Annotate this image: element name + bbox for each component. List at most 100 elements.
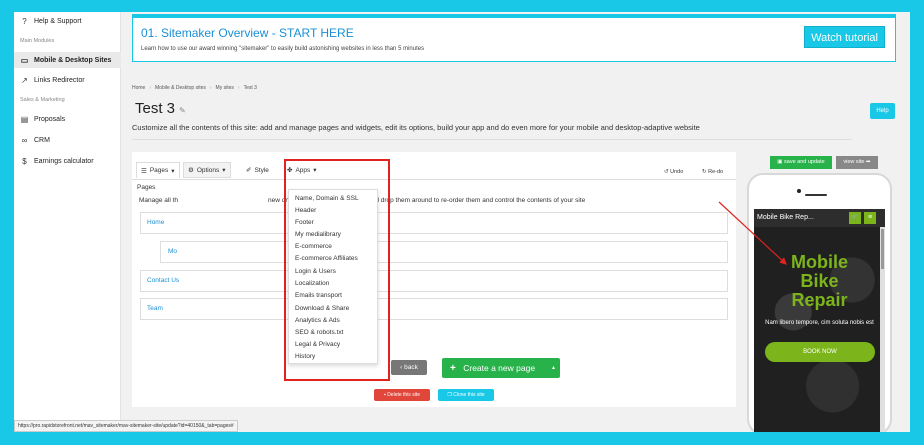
redo-button[interactable]: ↻ Re-do [702, 169, 723, 175]
sidebar-item-label: Proposals [34, 116, 66, 123]
sidebar-item-label: Help & Support [34, 18, 82, 25]
breadcrumb-separator: › [237, 85, 240, 91]
status-bar-url: https://pro.rapidstorefront.net/mav_site… [14, 420, 238, 432]
tutorial-banner: 01. Sitemaker Overview - START HERE Lear… [132, 14, 896, 62]
breadcrumb-mobile-desktop[interactable]: Mobile & Desktop sites [155, 85, 206, 91]
breadcrumb-separator: › [149, 85, 152, 91]
sidebar-item-proposals[interactable]: ▤ Proposals [20, 115, 65, 124]
save-and-update-button[interactable]: ▣ save and update [770, 156, 832, 169]
caret-up-icon[interactable]: ▴ [552, 358, 555, 378]
hero-line: Mobile [791, 252, 848, 272]
undo-button[interactable]: ↺ Undo [664, 169, 683, 175]
breadcrumb-current: Test 3 [243, 85, 257, 91]
banner-subtitle: Learn how to use our award winning "site… [141, 46, 425, 52]
book-now-button[interactable]: BOOK NOW [765, 342, 875, 362]
undo-icon: ↺ [664, 169, 669, 175]
view-site-label: view site [843, 159, 865, 165]
sidebar-section-sales: Sales & Marketing [20, 97, 65, 103]
view-site-button[interactable]: view site ➦ [836, 156, 878, 169]
share-arrow-icon: ➦ [866, 159, 871, 165]
hero-line: Bike [800, 271, 839, 291]
pages-instructions-start: Manage all th [139, 197, 179, 204]
sidebar-item-crm[interactable]: ∞ CRM [20, 136, 50, 145]
highlight-box [284, 159, 390, 381]
hamburger-icon[interactable]: ≡ [864, 212, 876, 224]
breadcrumb-my-sites[interactable]: My sites [216, 85, 234, 91]
sidebar-section-main: Main Modules [20, 38, 55, 44]
list-icon: ☰ [141, 167, 147, 175]
help-button[interactable]: Help [870, 103, 895, 119]
banner-title[interactable]: 01. Sitemaker Overview - START HERE [141, 26, 354, 40]
redo-icon: ↻ [702, 169, 707, 175]
site-editor-panel: ☰ Pages ▾ ⚙ Options ▾ ✐ Style ✤ Apps ▾ ↺… [132, 152, 736, 407]
create-page-label: Create a new page [463, 363, 536, 373]
sidebar-item-help-support[interactable]: ? Help & Support [20, 17, 81, 26]
sidebar-item-label: Links Redirector [34, 77, 85, 84]
page-row-sub[interactable]: Mo [160, 241, 728, 263]
caret-down-icon: ▾ [222, 167, 226, 174]
dollar-icon: $ [22, 157, 27, 166]
breadcrumb-home[interactable]: Home [132, 85, 145, 91]
tab-label: Pages [149, 167, 169, 174]
tab-style[interactable]: ✐ Style [246, 162, 269, 178]
external-link-icon: ↗ [21, 76, 28, 85]
phone-preview: Mobile Bike Rep... 🛒 ≡ Mobile Bike Repai… [747, 173, 892, 432]
clone-site-label: Clone this site [453, 392, 485, 398]
save-label: save and update [784, 159, 825, 165]
editor-tabs: ☰ Pages ▾ ⚙ Options ▾ ✐ Style ✤ Apps ▾ ↺… [132, 158, 736, 180]
camera-icon [797, 189, 801, 193]
breadcrumb-separator: › [209, 85, 212, 91]
chevron-left-icon: ‹ [400, 364, 403, 371]
phone-screen[interactable]: Mobile Bike Rep... 🛒 ≡ Mobile Bike Repai… [754, 209, 885, 432]
plus-icon: + [450, 363, 456, 374]
main-area: 01. Sitemaker Overview - START HERE Lear… [122, 12, 910, 432]
back-button[interactable]: ‹ back [391, 360, 427, 375]
sidebar-item-mobile-desktop[interactable]: ▭ Mobile & Desktop Sites [14, 52, 121, 68]
document-icon: ▤ [20, 115, 29, 124]
breadcrumb: Home › Mobile & Desktop sites › My sites… [132, 85, 257, 91]
page-row-contact[interactable]: Contact Us [140, 270, 728, 292]
sidebar-item-links-redirector[interactable]: ↗ Links Redirector [20, 76, 85, 85]
trash-icon: ▪ [384, 392, 386, 398]
site-title: Mobile Bike Rep... [757, 214, 814, 221]
page-title: Test 3 [135, 100, 176, 117]
question-icon: ? [22, 17, 27, 26]
page-row-home[interactable]: Home [140, 212, 728, 234]
sidebar-item-earnings[interactable]: $ Earnings calculator [20, 157, 94, 166]
redo-label: Re-do [708, 169, 724, 175]
delete-site-button[interactable]: ▪ Delete this site [374, 389, 430, 401]
clone-site-button[interactable]: ❐ Clone this site [438, 389, 494, 401]
tab-label: Style [254, 166, 269, 174]
save-icon: ▣ [777, 159, 783, 165]
back-label: back [404, 364, 418, 371]
tab-pages[interactable]: ☰ Pages ▾ [136, 162, 180, 178]
hero-heading: Mobile Bike Repair [754, 253, 885, 310]
sidebar: ? Help & Support Main Modules ▭ Mobile &… [14, 12, 121, 432]
pages-heading: Pages [137, 184, 156, 191]
cart-icon[interactable]: 🛒 [849, 212, 861, 224]
divider [132, 139, 852, 140]
pencil-icon[interactable]: ✎ [179, 106, 186, 115]
gears-icon: ⚙ [188, 167, 194, 174]
sidebar-item-label: CRM [34, 137, 50, 144]
page-row-team[interactable]: Team [140, 298, 728, 320]
tab-label: Options [196, 166, 220, 174]
watch-tutorial-button[interactable]: Watch tutorial [804, 26, 885, 48]
sidebar-item-label: Mobile & Desktop Sites [34, 56, 112, 64]
undo-label: Undo [670, 169, 684, 175]
app-window: ? Help & Support Main Modules ▭ Mobile &… [14, 12, 910, 432]
page-description: Customize all the contents of this site:… [132, 123, 700, 132]
site-header: Mobile Bike Rep... 🛒 ≡ [754, 209, 885, 227]
hero-line: Repair [791, 290, 848, 310]
copy-icon: ❐ [447, 392, 452, 398]
create-page-button[interactable]: + Create a new page ▴ [442, 358, 560, 378]
delete-site-label: Delete this site [387, 392, 420, 398]
sidebar-item-label: Earnings calculator [34, 158, 94, 165]
scrollbar-thumb[interactable] [881, 229, 884, 269]
brush-icon: ✐ [246, 167, 252, 174]
caret-down-icon: ▾ [171, 167, 175, 175]
monitor-icon: ▭ [20, 55, 29, 65]
speaker-icon [805, 194, 827, 196]
hero-subtext: Nam libero tempore, cim soluta nobis est [765, 320, 874, 326]
tab-options[interactable]: ⚙ Options ▾ [183, 162, 231, 178]
